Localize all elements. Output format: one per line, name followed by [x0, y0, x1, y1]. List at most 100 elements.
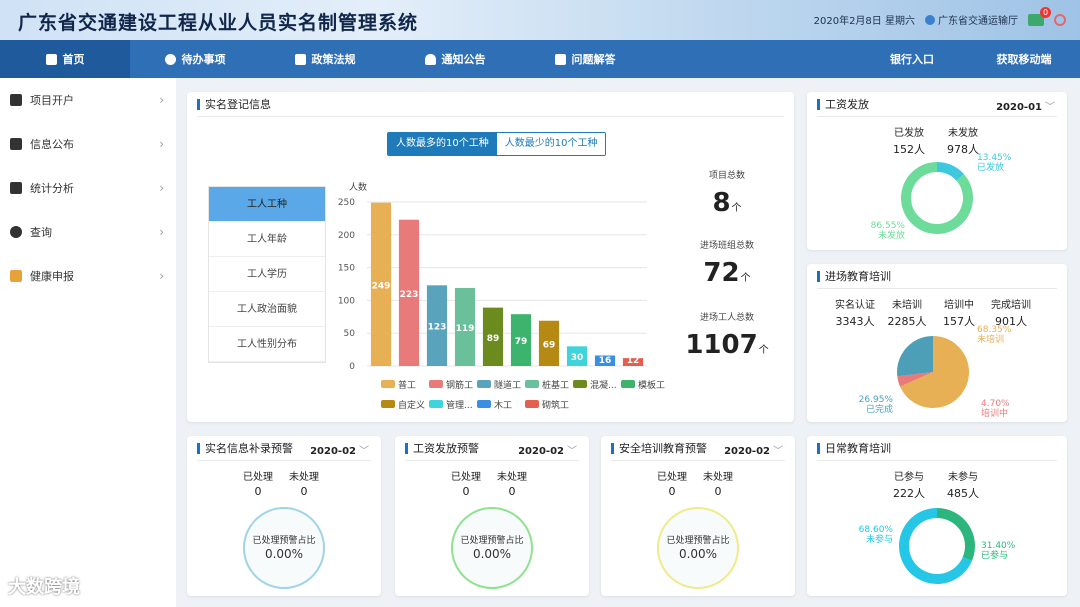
legend-label: 木工 [494, 399, 512, 411]
legend-label: 钢筋工 [446, 379, 473, 391]
sidebar-item-query[interactable]: 查询 › [0, 210, 176, 254]
sidebar-item-info[interactable]: 信息公布 › [0, 122, 176, 166]
chevron-down-icon: ﹀ [1045, 102, 1055, 113]
category-item[interactable]: 工人性别分布 [209, 327, 325, 362]
user-icon [925, 14, 935, 25]
nav-todo[interactable]: 待办事项 [130, 40, 260, 78]
ring-label: 已处理预警占比 [460, 534, 523, 546]
data-label: 89 [487, 334, 500, 344]
month-select[interactable]: 2020-02 ﹀ [518, 442, 577, 457]
tab-most[interactable]: 人数最多的10个工种 [388, 133, 497, 155]
legend-swatch [429, 400, 443, 408]
data-label: 16 [599, 356, 612, 366]
chat-icon [554, 53, 566, 65]
slice [897, 336, 933, 377]
stat-value: 1107个 [685, 330, 769, 360]
month-select[interactable]: 2020-02 ﹀ [724, 442, 783, 457]
slice-percent: 4.70% [981, 399, 1010, 409]
stat-label: 项目总数 [708, 171, 745, 181]
legend-swatch [477, 380, 491, 388]
chevron-right-icon: › [159, 269, 164, 283]
slice-percent: 68.60% [859, 525, 894, 535]
data-label: 223 [400, 290, 419, 300]
warning-summary: 已处理 0 未处理 0 [657, 472, 733, 498]
panel-title: 日常教育培训 [817, 443, 891, 454]
tab-group: 人数最多的10个工种 人数最少的10个工种 [387, 132, 607, 156]
slice-label: 未参与 [866, 533, 893, 545]
data-label: 79 [515, 337, 528, 347]
legend-swatch [429, 380, 443, 388]
power-icon[interactable] [1054, 13, 1066, 26]
category-item[interactable]: 工人政治面貌 [209, 292, 325, 327]
warning-ring-chart: 已处理预警占比0.00% [243, 507, 325, 589]
month-select[interactable]: 2020-01 ﹀ [996, 98, 1055, 113]
category-item[interactable]: 工人年龄 [209, 222, 325, 257]
data-label: 30 [571, 353, 584, 363]
chevron-down-icon: ﹀ [567, 446, 577, 457]
nav-faq[interactable]: 问题解答 [520, 40, 650, 78]
category-item[interactable]: 工人工种 [209, 187, 325, 222]
nav-mobile[interactable]: 获取移动端 [968, 40, 1080, 78]
warning-summary: 已处理 0 未处理 0 [243, 472, 319, 498]
sidebar: 项目开户 › 信息公布 › 统计分析 › 查询 › 健康申报 › 大数跨境 [0, 78, 176, 607]
slice-percent: 86.55% [871, 221, 906, 231]
stat-label: 进场工人总数 [699, 313, 754, 323]
slice-label: 未发放 [878, 229, 905, 241]
category-item[interactable]: 工人学历 [209, 257, 325, 292]
training-panel: 进场教育培训 实名认证 3343人 未培训 2285人 培训中 157人 完成培训 90… [807, 264, 1067, 422]
warning-panel-safety: 安全培训教育预警 2020-02 ﹀ 已处理 0 未处理 0 已处理预警占比 0.00% [601, 436, 795, 596]
panel-title: 工资发放 [817, 99, 869, 110]
nav-policy[interactable]: 政策法规 [260, 40, 390, 78]
clock-icon [164, 53, 176, 65]
data-label: 12 [627, 356, 640, 366]
wage-donut-chart: 13.45%已发放 86.55%未发放 [871, 153, 1012, 241]
chevron-right-icon: › [159, 137, 164, 151]
message-icon[interactable]: 0 [1028, 6, 1051, 26]
document-icon [294, 53, 306, 65]
warning-panel-wage: 工资发放预警 2020-02 ﹀ 已处理 0 未处理 0 已处理预警占比 0.00% [395, 436, 589, 596]
health-icon [10, 270, 22, 282]
warning-summary: 已处理 0 未处理 0 [451, 472, 527, 498]
panel-title: 进场教育培训 [817, 271, 891, 282]
top-nav: 首页 待办事项 政策法规 通知公告 问题解答 银行入口 获取移动端 [0, 40, 1080, 78]
slice-percent: 68.35% [977, 325, 1012, 335]
nav-bank[interactable]: 银行入口 [856, 40, 968, 78]
ring-value: 0.00% [679, 547, 717, 561]
legend-label: 隧道工 [494, 379, 521, 391]
y-tick-label: 0 [349, 362, 355, 372]
data-label: 123 [428, 323, 447, 333]
data-label: 69 [543, 340, 556, 350]
tab-least[interactable]: 人数最少的10个工种 [496, 133, 606, 155]
slice-label: 已参与 [981, 549, 1008, 561]
header-date: 2020年2月8日 星期六 [813, 16, 915, 27]
sidebar-item-stats[interactable]: 统计分析 › [0, 166, 176, 210]
nav-right: 银行入口 获取移动端 [856, 40, 1080, 78]
y-tick-label: 50 [344, 329, 356, 339]
data-label: 119 [456, 324, 475, 334]
nav-home[interactable]: 首页 [0, 40, 130, 78]
chevron-right-icon: › [159, 181, 164, 195]
legend-label: 桩基工 [542, 379, 569, 391]
sidebar-item-project[interactable]: 项目开户 › [0, 78, 176, 122]
chevron-down-icon: ﹀ [359, 446, 369, 457]
warning-ring-chart: 已处理预警占比0.00% [451, 507, 533, 589]
legend-label: 混凝... [590, 380, 617, 391]
sidebar-item-health[interactable]: 健康申报 › [0, 254, 176, 298]
category-list: 工人工种 工人年龄 工人学历 工人政治面貌 工人性别分布 [208, 186, 326, 363]
user-menu[interactable]: 广东省交通运输厅 [925, 12, 1018, 27]
month-select[interactable]: 2020-02 ﹀ [310, 442, 369, 457]
slice [937, 508, 975, 561]
slice-percent: 31.40% [981, 541, 1016, 551]
data-label: 249 [372, 281, 391, 291]
chevron-right-icon: › [159, 225, 164, 239]
warning-ring-chart: 已处理预警占比0.00% [657, 507, 739, 589]
watermark: 大数跨境 [8, 577, 80, 598]
ring-label: 已处理预警占比 [666, 534, 729, 546]
slice-percent: 26.95% [859, 395, 894, 405]
slice-label: 已完成 [866, 403, 893, 415]
panel-title: 工资发放预警 [405, 443, 479, 454]
nav-notice[interactable]: 通知公告 [390, 40, 520, 78]
legend-swatch [381, 400, 395, 408]
chevron-right-icon: › [159, 93, 164, 107]
y-axis-label: 人数 [349, 181, 367, 193]
